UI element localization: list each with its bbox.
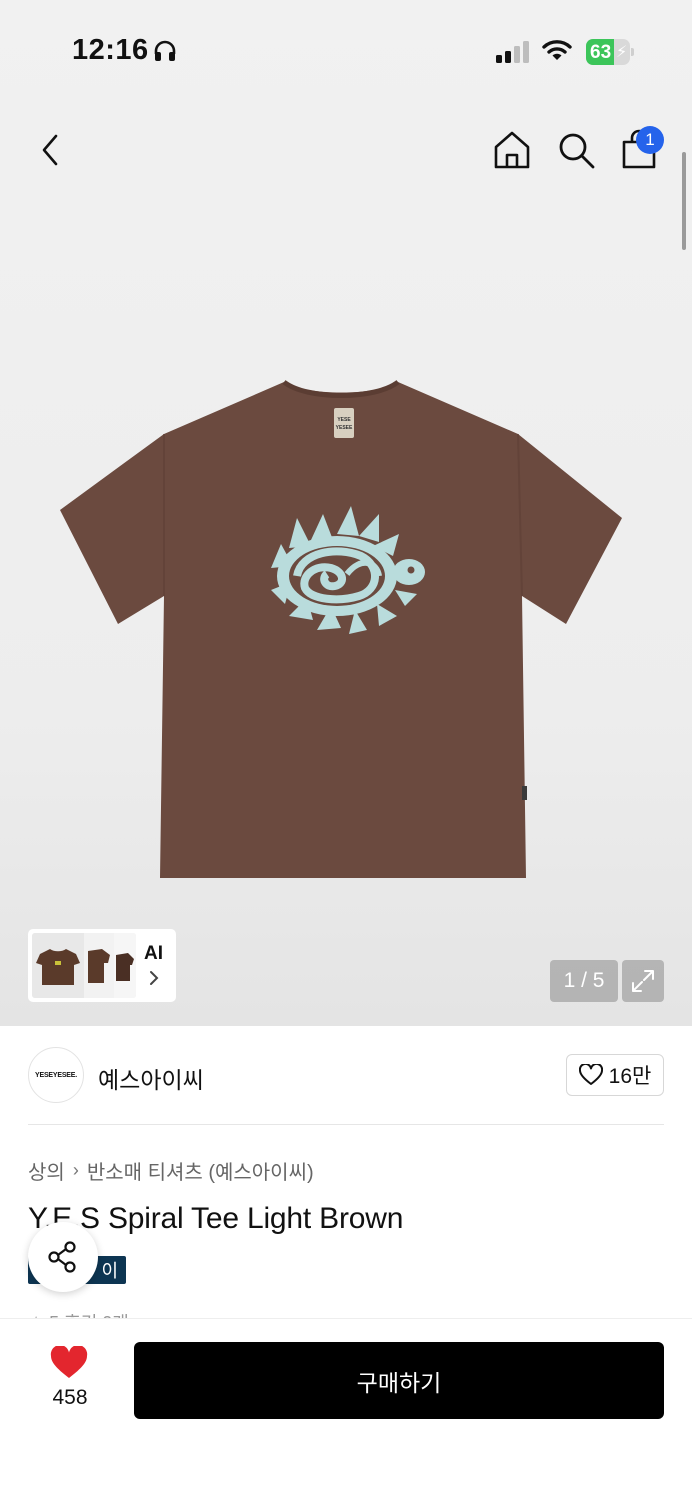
wifi-icon [542,38,572,67]
home-button[interactable] [490,128,534,172]
breadcrumb: 상의 › 반소매 티셔츠 (예스아이씨) [28,1156,314,1185]
brand-like-button[interactable]: 16만 [566,1054,664,1096]
product-gallery[interactable]: 12:16 63 ⚡︎ 1 YESE YESEE AI 1 / 5 [0,0,692,1026]
svg-text:YESEE: YESEE [336,425,353,431]
chevron-right-icon [148,969,160,992]
breadcrumb-item-subcategory[interactable]: 반소매 티셔츠 (예스아이씨) [87,1156,314,1185]
battery-percent: 63 [590,42,612,63]
thumbnail-images[interactable] [32,933,136,998]
product-image[interactable]: YESE YESEE [56,378,626,884]
battery-icon: 63 ⚡︎ [586,39,634,65]
home-icon [494,131,530,169]
signal-icon [496,40,532,69]
search-button[interactable] [554,128,598,172]
search-icon [559,133,595,169]
heart-outline-icon [578,1064,603,1085]
breadcrumb-item-category[interactable]: 상의 [28,1156,65,1185]
brand-logo[interactable]: YESEYESEE. [28,1047,84,1103]
share-icon [48,1241,76,1273]
headphones-icon [152,38,178,69]
share-button[interactable] [28,1222,98,1292]
neck-label-text: YESE [337,417,351,423]
ai-label: AI [144,943,163,964]
image-counter: 1 / 5 [550,960,618,1002]
fullscreen-button[interactable] [622,960,664,1002]
cart-count-badge: 1 [636,126,664,154]
favorite-count: 458 [52,1386,88,1409]
chevron-right-icon: › [72,1160,79,1180]
status-bar: 12:16 63 ⚡︎ [0,0,692,100]
scrollbar[interactable] [682,152,686,250]
brand-name[interactable]: 예스아이씨 [98,1061,204,1095]
divider [28,1124,664,1125]
thumbnail-strip[interactable]: AI [28,929,176,1002]
brand-like-count: 16만 [608,1065,652,1088]
expand-icon [632,970,654,992]
charging-bolt-icon: ⚡︎ [616,44,628,61]
favorite-button[interactable] [50,1345,88,1385]
buy-button[interactable]: 구매하기 [134,1342,664,1419]
back-button[interactable] [30,128,70,172]
brand-logo-text: YESEYESEE. [35,1071,77,1079]
status-time: 12:16 [72,34,149,66]
heart-filled-icon [50,1345,88,1378]
back-icon [42,134,58,166]
